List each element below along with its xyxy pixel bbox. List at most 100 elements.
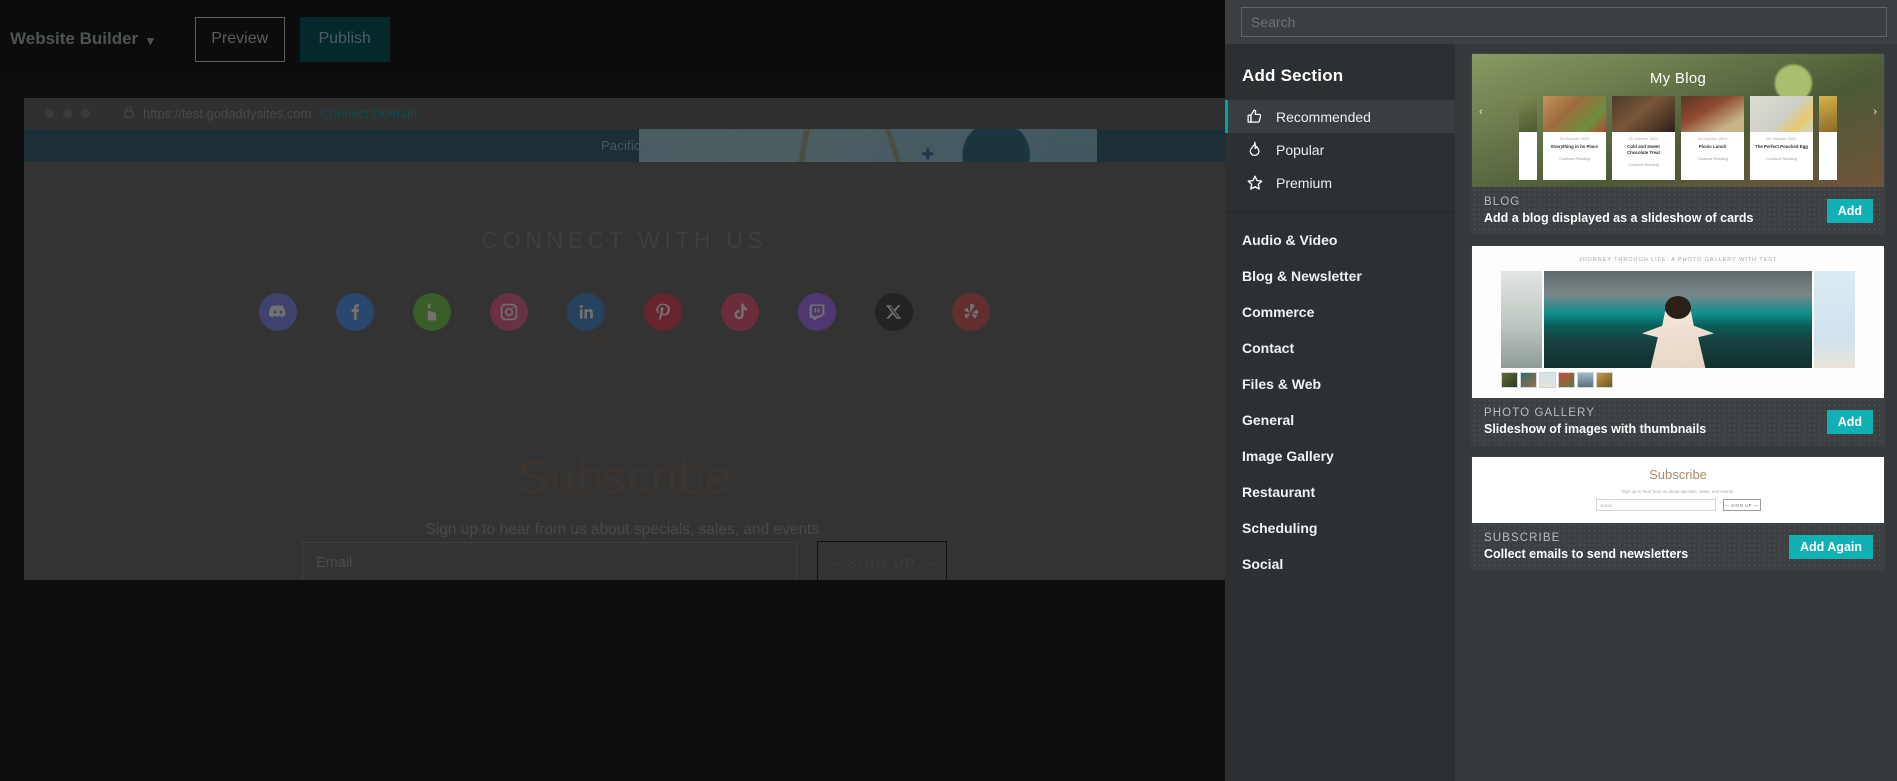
gallery-slide-next <box>1814 271 1855 368</box>
blog-post-link: Continue Reading <box>1766 157 1797 161</box>
blog-post-date: 20 October 2023 <box>1697 137 1728 141</box>
blog-post-thumb <box>1819 96 1837 132</box>
search-input[interactable] <box>1241 7 1887 37</box>
blog-post-title: The Perfect Poached Egg <box>1755 144 1808 149</box>
email-input[interactable] <box>302 541 797 580</box>
section-card-subscribe[interactable]: Subscribe Sign up to hear from us about … <box>1472 457 1884 570</box>
subscribe-heading: Subscribe <box>517 450 732 503</box>
panel-nav-column: Add Section Recommended Popular Premium <box>1225 44 1455 781</box>
gallery-preview-art: JOURNEY THROUGH LIFE: A PHOTO GALLERY WI… <box>1472 246 1884 398</box>
subscribe-preview-form: Email — SIGN UP — <box>1472 499 1884 511</box>
gallery-thumb[interactable] <box>1539 372 1556 388</box>
add-photo-gallery-button[interactable]: Add <box>1826 409 1873 434</box>
subscribe-preview: Subscribe Sign up to hear from us about … <box>1472 457 1884 523</box>
section-cards-column: My Blog ‹ › 20 October 2023 Everything i… <box>1455 44 1897 781</box>
subscribe-card-footer: SUBSCRIBE Collect emails to send newslet… <box>1472 523 1884 570</box>
gallery-thumb[interactable] <box>1520 372 1537 388</box>
panel-body: Add Section Recommended Popular Premium <box>1225 44 1897 781</box>
connect-domain-link[interactable]: Connect Domain <box>320 106 417 121</box>
blog-preview-art: My Blog ‹ › 20 October 2023 Everything i… <box>1472 54 1884 187</box>
yelp-icon[interactable] <box>952 293 990 331</box>
category-general[interactable]: General <box>1225 402 1455 438</box>
category-audio-video[interactable]: Audio & Video <box>1225 222 1455 258</box>
subscribe-preview-art: Subscribe Sign up to hear from us about … <box>1472 457 1884 523</box>
add-again-subscribe-button[interactable]: Add Again <box>1788 534 1873 559</box>
category-commerce[interactable]: Commerce <box>1225 294 1455 330</box>
subscribe-preview-subtitle: Sign up to hear from us about specials, … <box>1621 489 1735 494</box>
gallery-thumb[interactable] <box>1558 372 1575 388</box>
pinterest-icon[interactable] <box>644 293 682 331</box>
gallery-thumb[interactable] <box>1577 372 1594 388</box>
nav-item-label: Popular <box>1276 141 1325 158</box>
site-footer <box>0 580 1225 781</box>
linkedin-icon[interactable] <box>567 293 605 331</box>
blog-card-footer: BLOG Add a blog displayed as a slideshow… <box>1472 187 1884 234</box>
nav-item-recommended[interactable]: Recommended <box>1225 100 1455 133</box>
blog-post-thumb <box>1681 96 1744 132</box>
window-dot-close <box>45 109 54 118</box>
instagram-icon[interactable] <box>490 293 528 331</box>
add-blog-button[interactable]: Add <box>1826 198 1873 223</box>
add-section-panel: Add Section Recommended Popular Premium <box>1225 0 1897 781</box>
blog-post-link: Continue Reading <box>1628 163 1659 167</box>
card-description: Slideshow of images with thumbnails <box>1484 422 1707 436</box>
gallery-thumb[interactable] <box>1596 372 1613 388</box>
category-files-web[interactable]: Files & Web <box>1225 366 1455 402</box>
blog-post-thumb <box>1543 96 1606 132</box>
gallery-card-footer: PHOTO GALLERY Slideshow of images with t… <box>1472 398 1884 445</box>
category-list: Audio & Video Blog & Newsletter Commerce… <box>1225 213 1455 582</box>
gallery-thumb[interactable] <box>1501 372 1518 388</box>
subscribe-preview-button: — SIGN UP — <box>1722 499 1761 511</box>
blog-post-card-partial <box>1519 96 1537 180</box>
blog-post-date: 20 October 2023 <box>1766 137 1797 141</box>
website-builder-menu[interactable]: Website Builder ▾ <box>10 29 154 49</box>
nav-item-premium[interactable]: Premium <box>1225 166 1455 199</box>
blog-post-title: Picnic Lunch <box>1698 144 1727 149</box>
window-dot-maximize <box>81 109 90 118</box>
lock-icon <box>124 106 134 121</box>
facebook-icon[interactable] <box>336 293 374 331</box>
subscribe-form: — SIGN UP — <box>24 541 1225 580</box>
publish-button[interactable]: Publish <box>299 16 390 62</box>
category-social[interactable]: Social <box>1225 546 1455 582</box>
builder-top-bar: Website Builder ▾ Preview Publish <box>0 0 1225 78</box>
preview-button[interactable]: Preview <box>194 16 285 62</box>
blog-post-link: Continue Reading <box>1697 157 1728 161</box>
nav-item-popular[interactable]: Popular <box>1225 133 1455 166</box>
twitch-icon[interactable] <box>798 293 836 331</box>
houzz-icon[interactable] <box>413 293 451 331</box>
nav-item-label: Recommended <box>1276 108 1371 125</box>
blog-post-title: Cold and Sweet Chocolate Treat <box>1627 144 1660 155</box>
card-description: Collect emails to send newsletters <box>1484 547 1689 561</box>
blog-post-thumb <box>1750 96 1813 132</box>
blog-post-card-partial <box>1819 96 1837 180</box>
blog-post-title: Everything in its Place <box>1551 144 1598 149</box>
site-url: https://test.godaddysites.com <box>143 106 312 121</box>
card-description: Add a blog displayed as a slideshow of c… <box>1484 211 1754 225</box>
sign-up-button[interactable]: — SIGN UP — <box>817 541 947 580</box>
site-preview: Pacifica ✚ CONNECT WITH US Subscribe Sig… <box>24 129 1225 580</box>
browser-toolbar: https://test.godaddysites.com Connect Do… <box>24 98 1225 129</box>
gallery-thumbnails <box>1501 372 1613 388</box>
social-icon-row <box>24 293 1225 331</box>
category-blog-newsletter[interactable]: Blog & Newsletter <box>1225 258 1455 294</box>
blog-post-date: 20 October 2023 <box>1559 137 1590 141</box>
x-icon[interactable] <box>875 293 913 331</box>
map-city-label: Pacifica <box>600 138 649 153</box>
category-image-gallery[interactable]: Image Gallery <box>1225 438 1455 474</box>
subscribe-subheading: Sign up to hear from us about specials, … <box>425 521 824 538</box>
footer-logo-text: TEST <box>588 331 637 346</box>
tiktok-icon[interactable] <box>721 293 759 331</box>
blog-post-card: 20 October 2023 The Perfect Poached Egg … <box>1750 96 1813 180</box>
section-card-photo-gallery[interactable]: JOURNEY THROUGH LIFE: A PHOTO GALLERY WI… <box>1472 246 1884 445</box>
blog-post-thumb <box>1612 96 1675 132</box>
section-card-blog[interactable]: My Blog ‹ › 20 October 2023 Everything i… <box>1472 54 1884 234</box>
address-bar[interactable]: https://test.godaddysites.com Connect Do… <box>124 106 417 121</box>
blog-post-card: 20 October 2023 Picnic Lunch Continue Re… <box>1681 96 1744 180</box>
category-contact[interactable]: Contact <box>1225 330 1455 366</box>
discord-icon[interactable] <box>259 293 297 331</box>
category-restaurant[interactable]: Restaurant <box>1225 474 1455 510</box>
connect-with-us-heading: CONNECT WITH US <box>481 227 768 253</box>
category-scheduling[interactable]: Scheduling <box>1225 510 1455 546</box>
card-kicker: PHOTO GALLERY <box>1484 407 1596 419</box>
